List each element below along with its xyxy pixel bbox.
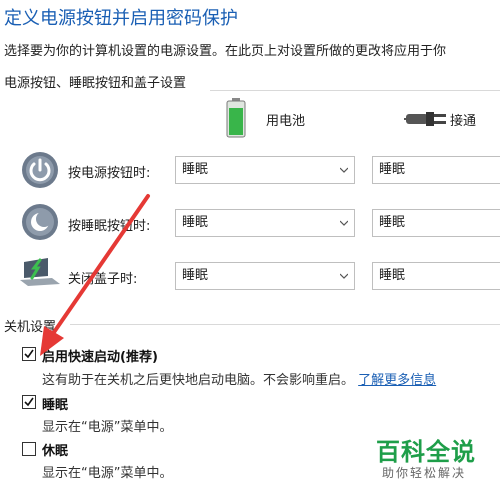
annotation-arrow — [40, 194, 150, 356]
watermark-slogan: 助你轻松解决 — [382, 466, 467, 480]
watermark-logo-text: 百科全说 — [376, 438, 476, 466]
